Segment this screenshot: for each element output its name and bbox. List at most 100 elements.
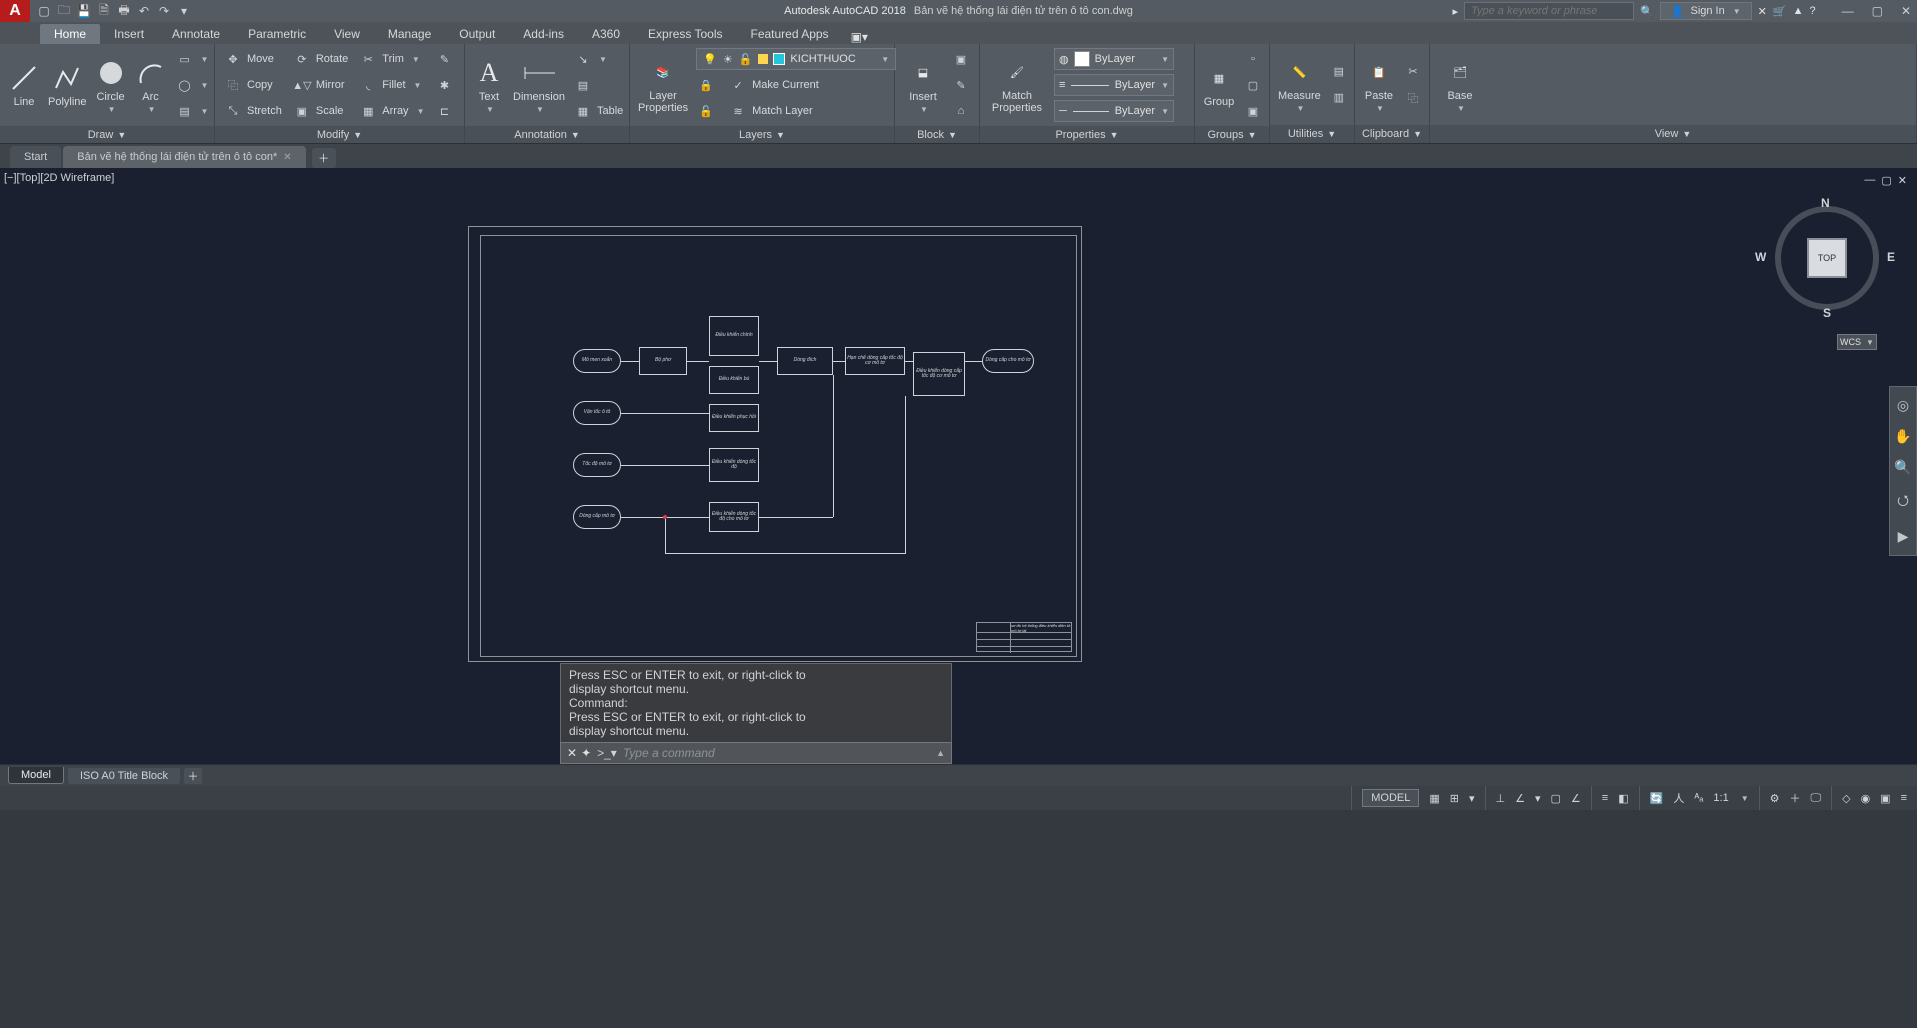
- status-ortho-icon[interactable]: ⊥: [1496, 792, 1506, 805]
- viewport-label[interactable]: [−][Top][2D Wireframe]: [4, 172, 114, 184]
- nav-orbit-icon[interactable]: ⭯: [1897, 490, 1909, 514]
- tab-a360[interactable]: A360: [578, 24, 634, 44]
- status-transparency-icon[interactable]: ◧: [1618, 792, 1628, 805]
- layout-tab-model[interactable]: Model: [8, 767, 64, 784]
- move-button[interactable]: ✥Move: [223, 48, 284, 70]
- infocenter-icon[interactable]: 🔍: [1640, 5, 1654, 18]
- viewcube-w[interactable]: W: [1755, 250, 1766, 264]
- file-tab-active[interactable]: Bản vẽ hệ thống lái điện tử trên ô tô co…: [63, 146, 305, 168]
- status-polar-icon[interactable]: ∠: [1515, 792, 1525, 805]
- tab-manage[interactable]: Manage: [374, 24, 445, 44]
- polyline-button[interactable]: Polyline: [48, 62, 87, 108]
- close-button[interactable]: ✕: [1901, 4, 1911, 18]
- panel-properties-title[interactable]: Properties▼: [980, 126, 1194, 143]
- tab-view[interactable]: View: [320, 24, 374, 44]
- match-layer-button[interactable]: ≋Match Layer: [728, 100, 815, 122]
- status-scale-label[interactable]: 1:1: [1713, 792, 1728, 804]
- panel-view-title[interactable]: View▼: [1430, 125, 1916, 143]
- util-1-button[interactable]: ▤: [1329, 61, 1349, 83]
- linetype-combo[interactable]: ─ByLayer▼: [1054, 100, 1174, 122]
- nav-showmotion-icon[interactable]: ▶: [1898, 528, 1909, 545]
- mirror-button[interactable]: ▲▽Mirror: [292, 74, 350, 96]
- viewcube-s[interactable]: S: [1823, 306, 1831, 320]
- table-button[interactable]: ▦Table: [573, 100, 625, 122]
- file-tab-start[interactable]: Start: [10, 146, 61, 168]
- panel-block-title[interactable]: Block▼: [895, 126, 979, 143]
- status-lineweight-icon[interactable]: ≡: [1602, 792, 1608, 804]
- search-input[interactable]: [1464, 2, 1634, 20]
- dimension-button[interactable]: Dimension▼: [513, 57, 565, 114]
- offset-button[interactable]: ⊏: [434, 100, 454, 122]
- nav-pan-icon[interactable]: ✋: [1894, 428, 1911, 445]
- tab-addins[interactable]: Add-ins: [509, 24, 578, 44]
- status-snap-dd[interactable]: ▾: [1469, 792, 1475, 805]
- file-tab-add[interactable]: ＋: [312, 148, 336, 168]
- status-plus-icon[interactable]: ＋: [1789, 790, 1800, 806]
- status-track-icon[interactable]: ∠: [1571, 792, 1581, 805]
- panel-layers-title[interactable]: Layers▼: [630, 126, 894, 143]
- viewcube-face[interactable]: TOP: [1809, 240, 1845, 276]
- minimize-button[interactable]: —: [1842, 4, 1854, 18]
- array-button[interactable]: ▦Array▼: [358, 100, 426, 122]
- draw-hatch-button[interactable]: ▤▼: [175, 100, 211, 122]
- block-edit-button[interactable]: ✎: [951, 74, 971, 96]
- ungroup-button[interactable]: ▫: [1243, 48, 1263, 70]
- viewcube-n[interactable]: N: [1821, 196, 1830, 210]
- command-line[interactable]: ✕✦ >_▾ Type a command ▲: [560, 742, 952, 764]
- group-bb-button[interactable]: ▣: [1243, 100, 1263, 122]
- copy-clip-button[interactable]: ⿻: [1403, 87, 1423, 109]
- open-icon[interactable]: 🗀: [56, 3, 72, 19]
- layer-combo[interactable]: 💡 ☀ 🔓 KICHTHUOC ▼: [696, 48, 896, 70]
- qat-more-icon[interactable]: ▾: [176, 3, 192, 19]
- arc-button[interactable]: Arc▼: [135, 57, 167, 114]
- maximize-button[interactable]: ▢: [1872, 4, 1883, 18]
- workspace[interactable]: [−][Top][2D Wireframe] — ▢ ✕ Mô men xoắn…: [0, 168, 1917, 764]
- cmd-config-icon[interactable]: ✦: [581, 746, 591, 760]
- tab-express[interactable]: Express Tools: [634, 24, 736, 44]
- explode-button[interactable]: ✱: [434, 74, 454, 96]
- trim-button[interactable]: ✂Trim▼: [358, 48, 426, 70]
- app-logo[interactable]: A: [0, 0, 30, 22]
- text-button[interactable]: AText▼: [473, 57, 505, 114]
- tab-annotate[interactable]: Annotate: [158, 24, 234, 44]
- fillet-button[interactable]: ◟Fillet▼: [358, 74, 426, 96]
- help-icon[interactable]: ?: [1809, 5, 1815, 17]
- base-button[interactable]: 🗂Base▼: [1438, 56, 1482, 113]
- cmd-expand-icon[interactable]: ▲: [936, 748, 945, 758]
- group-button[interactable]: ▦Group: [1203, 62, 1235, 108]
- match-properties-button[interactable]: 🖌Match Properties: [988, 56, 1046, 114]
- save-icon[interactable]: 💾: [76, 3, 92, 19]
- search-arrow-icon[interactable]: ▸: [1453, 5, 1459, 18]
- tab-featured[interactable]: Featured Apps: [737, 24, 843, 44]
- panel-annotation-title[interactable]: Annotation▼: [465, 126, 629, 143]
- command-input[interactable]: Type a command: [623, 746, 930, 760]
- make-current-button[interactable]: ✓Make Current: [728, 74, 821, 96]
- wcs-button[interactable]: WCS▼: [1837, 334, 1877, 350]
- nav-wheel-icon[interactable]: ◎: [1897, 397, 1909, 414]
- layout-tab-iso[interactable]: ISO A0 Title Block: [68, 768, 180, 784]
- plot-icon[interactable]: 🖶: [116, 3, 132, 19]
- viewcube[interactable]: TOP N E S W: [1767, 198, 1887, 318]
- insert-block-button[interactable]: ⬓Insert▼: [903, 57, 943, 114]
- mtext-button[interactable]: ▤: [573, 74, 625, 96]
- layer-properties-button[interactable]: 📚Layer Properties: [638, 56, 688, 114]
- layer-iso-button[interactable]: 🔓: [696, 100, 716, 122]
- status-iso-icon[interactable]: ▾: [1535, 792, 1541, 805]
- panel-draw-title[interactable]: Draw▼: [0, 126, 214, 143]
- erase-button[interactable]: ✎: [434, 48, 454, 70]
- leader-button[interactable]: ↘▼: [573, 48, 625, 70]
- status-hardware-icon[interactable]: ◉: [1861, 792, 1871, 805]
- viewport-min-icon[interactable]: —: [1864, 174, 1875, 187]
- cut-button[interactable]: ✂: [1403, 61, 1423, 83]
- copy-button[interactable]: ⿻Copy: [223, 74, 284, 96]
- nav-zoom-icon[interactable]: 🔍: [1894, 459, 1911, 476]
- scale-button[interactable]: ▣Scale: [292, 100, 350, 122]
- draw-ellipse-button[interactable]: ◯▼: [175, 74, 211, 96]
- app-manager-icon[interactable]: ▲: [1793, 5, 1804, 17]
- signin-button[interactable]: 👤 Sign In ▼: [1660, 2, 1752, 20]
- status-gear-icon[interactable]: ⚙: [1770, 792, 1780, 805]
- cmd-close-icon[interactable]: ✕: [567, 746, 577, 760]
- redo-icon[interactable]: ↷: [156, 3, 172, 19]
- tab-home[interactable]: Home: [40, 24, 100, 44]
- line-button[interactable]: Line: [8, 62, 40, 108]
